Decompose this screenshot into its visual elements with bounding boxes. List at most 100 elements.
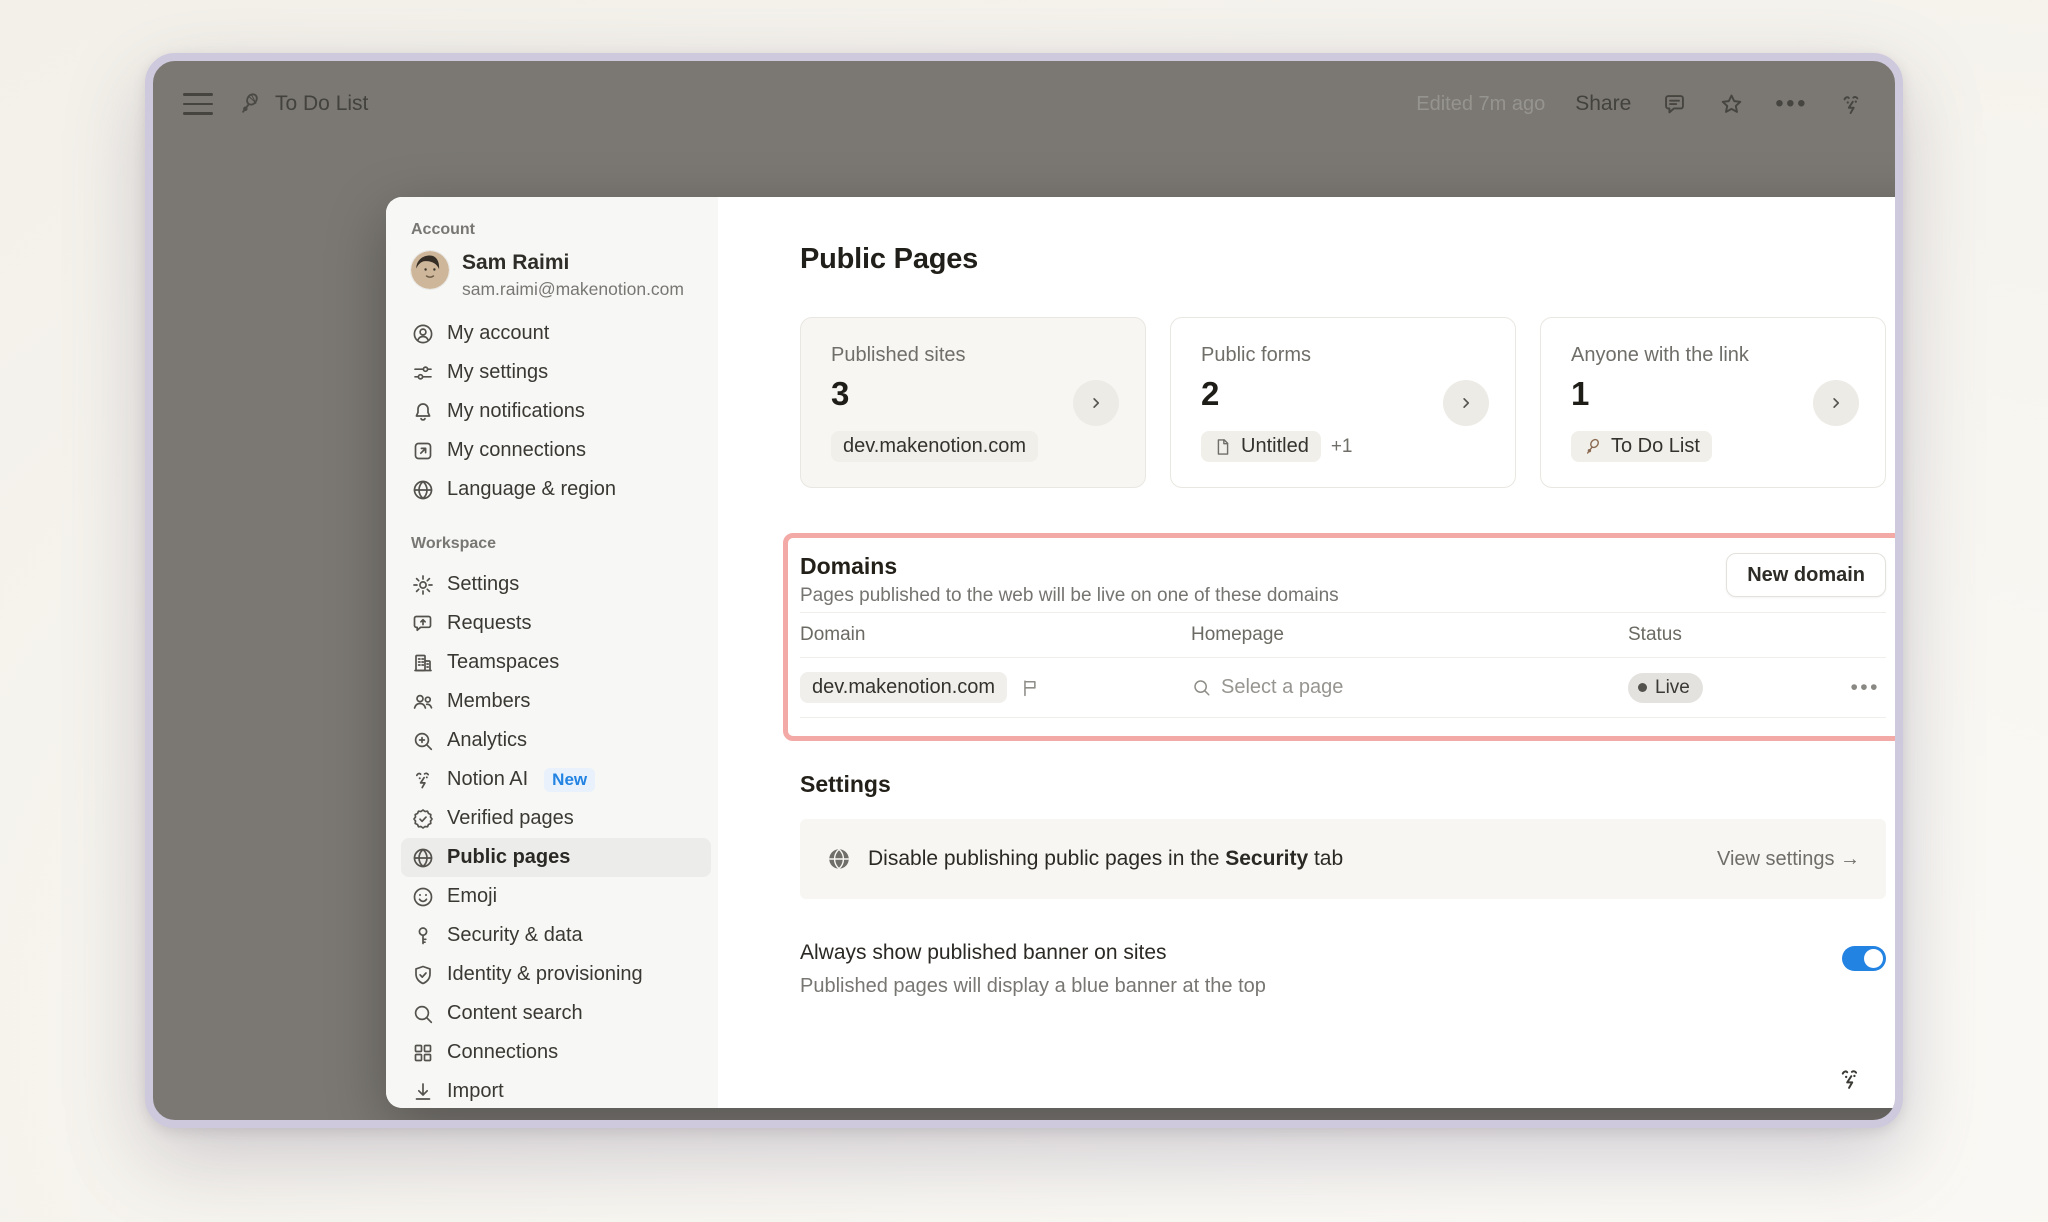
- published-sites-count: 3: [831, 375, 1115, 413]
- notion-ai-floating-button[interactable]: [1825, 1054, 1875, 1104]
- published-sites-card[interactable]: Published sites 3 dev.makenotion.com: [800, 317, 1146, 488]
- more-options-icon[interactable]: •••: [1775, 90, 1808, 118]
- notion-window: To Do List Edited 7m ago Share •••: [145, 53, 1903, 1128]
- badge-check-icon: [411, 807, 435, 831]
- building-icon: [411, 651, 435, 675]
- search-icon: [1191, 677, 1212, 698]
- view-settings-link[interactable]: View settings →: [1717, 848, 1860, 871]
- grid-icon: [411, 1041, 435, 1065]
- more-forms-count: +1: [1331, 436, 1353, 458]
- toggle-setting-title: Always show published banner on sites: [800, 941, 1266, 965]
- public-forms-count: 2: [1201, 375, 1485, 413]
- toggle-setting-subtitle: Published pages will display a blue bann…: [800, 975, 1266, 998]
- arrow-up-right-box-icon: [411, 439, 435, 463]
- user-profile[interactable]: Sam Raimi sam.raimi@makenotion.com: [401, 251, 711, 300]
- new-badge: New: [544, 768, 595, 792]
- ai-face-icon: [411, 768, 435, 792]
- column-status: Status: [1628, 624, 1886, 646]
- globe-icon: [411, 478, 435, 502]
- shield-check-icon: [411, 963, 435, 987]
- public-forms-card[interactable]: Public forms 2 Untitled +1: [1170, 317, 1516, 488]
- status-badge-live: Live: [1628, 673, 1703, 703]
- user-name: Sam Raimi: [462, 251, 684, 275]
- globe-icon: [411, 846, 435, 870]
- notion-ai-icon[interactable]: [1838, 91, 1865, 118]
- sidebar-item-identity-provisioning[interactable]: Identity & provisioning: [401, 955, 711, 994]
- notion-ai-icon: [1836, 1065, 1864, 1093]
- domains-title: Domains: [800, 553, 1339, 579]
- anyone-with-link-card[interactable]: Anyone with the link 1 To Do List: [1540, 317, 1886, 488]
- sidebar-item-connections[interactable]: Connections: [401, 1033, 711, 1072]
- user-email: sam.raimi@makenotion.com: [462, 279, 684, 300]
- sidebar-item-my-settings[interactable]: My settings: [401, 353, 711, 392]
- domain-table-row: dev.makenotion.com Select a page: [800, 658, 1886, 718]
- domains-subtitle: Pages published to the web will be live …: [800, 585, 1339, 607]
- account-section-label: Account: [401, 221, 711, 239]
- column-domain: Domain: [800, 624, 1191, 646]
- chevron-right-icon[interactable]: [1813, 380, 1859, 426]
- page-title: To Do List: [275, 92, 368, 116]
- page-chip[interactable]: To Do List: [1571, 431, 1712, 462]
- download-arrow-icon: [411, 1080, 435, 1104]
- row-more-options-icon[interactable]: •••: [1850, 676, 1886, 700]
- racket-icon: [237, 91, 263, 117]
- banner-text: Disable publishing public pages in the S…: [868, 847, 1343, 871]
- sidebar-item-my-account[interactable]: My account: [401, 314, 711, 353]
- sidebar-item-public-pages[interactable]: Public pages: [401, 838, 711, 877]
- sidebar-item-content-search[interactable]: Content search: [401, 994, 711, 1033]
- bubble-arrow-up-icon: [411, 612, 435, 636]
- person-circle-icon: [411, 322, 435, 346]
- new-domain-button[interactable]: New domain: [1726, 553, 1886, 597]
- sidebar-item-members[interactable]: Members: [401, 682, 711, 721]
- bell-icon: [411, 400, 435, 424]
- settings-sidebar: Account Sam Raimi sam.raimi@makenotion.c…: [386, 197, 718, 1108]
- sidebar-item-my-connections[interactable]: My connections: [401, 431, 711, 470]
- sidebar-item-security-data[interactable]: Security & data: [401, 916, 711, 955]
- racket-icon: [1583, 437, 1603, 457]
- section-title-public-pages: Public Pages: [800, 241, 1886, 277]
- form-chip[interactable]: Untitled: [1201, 431, 1321, 462]
- share-button[interactable]: Share: [1575, 92, 1631, 116]
- anyone-with-link-count: 1: [1571, 375, 1855, 413]
- magnifier-plus-icon: [411, 729, 435, 753]
- security-info-banner: Disable publishing public pages in the S…: [800, 819, 1886, 899]
- sidebar-item-emoji[interactable]: Emoji: [401, 877, 711, 916]
- sidebar-item-my-notifications[interactable]: My notifications: [401, 392, 711, 431]
- app-topbar: To Do List Edited 7m ago Share •••: [153, 61, 1895, 147]
- domains-table-header: Domain Homepage Status: [800, 613, 1886, 658]
- sidebar-item-teamspaces[interactable]: Teamspaces: [401, 643, 711, 682]
- flag-icon[interactable]: [1019, 677, 1041, 699]
- sidebar-item-analytics[interactable]: Analytics: [401, 721, 711, 760]
- gear-icon: [411, 573, 435, 597]
- workspace-section-label: Workspace: [401, 535, 711, 553]
- sidebar-item-notion-ai[interactable]: Notion AI New: [401, 760, 711, 799]
- page-icon: [1213, 437, 1233, 457]
- site-chip[interactable]: dev.makenotion.com: [831, 431, 1038, 462]
- sidebar-item-import[interactable]: Import: [401, 1072, 711, 1108]
- avatar: [411, 251, 449, 289]
- sidebar-item-requests[interactable]: Requests: [401, 604, 711, 643]
- star-icon[interactable]: [1718, 91, 1745, 118]
- people-icon: [411, 690, 435, 714]
- settings-subsection-title: Settings: [800, 769, 1886, 799]
- globe-filled-icon: [826, 846, 852, 872]
- chevron-right-icon[interactable]: [1073, 380, 1119, 426]
- published-banner-toggle[interactable]: [1842, 946, 1886, 971]
- sidebar-item-verified-pages[interactable]: Verified pages: [401, 799, 711, 838]
- comments-icon[interactable]: [1661, 91, 1688, 118]
- domains-section-highlighted: Domains Pages published to the web will …: [783, 533, 1903, 741]
- key-icon: [411, 924, 435, 948]
- select-a-page-field[interactable]: Select a page: [1191, 676, 1343, 699]
- edited-timestamp: Edited 7m ago: [1416, 93, 1545, 116]
- sliders-icon: [411, 361, 435, 385]
- settings-modal: Account Sam Raimi sam.raimi@makenotion.c…: [386, 197, 1903, 1108]
- smiley-icon: [411, 885, 435, 909]
- domain-name-pill[interactable]: dev.makenotion.com: [800, 672, 1007, 703]
- breadcrumb[interactable]: To Do List: [237, 91, 368, 117]
- settings-main-panel: Public Pages Published sites 3 dev.maken…: [718, 197, 1903, 1108]
- hamburger-menu-icon[interactable]: [183, 93, 213, 115]
- chevron-right-icon[interactable]: [1443, 380, 1489, 426]
- magnifier-icon: [411, 1002, 435, 1026]
- sidebar-item-settings[interactable]: Settings: [401, 565, 711, 604]
- sidebar-item-language-region[interactable]: Language & region: [401, 470, 711, 509]
